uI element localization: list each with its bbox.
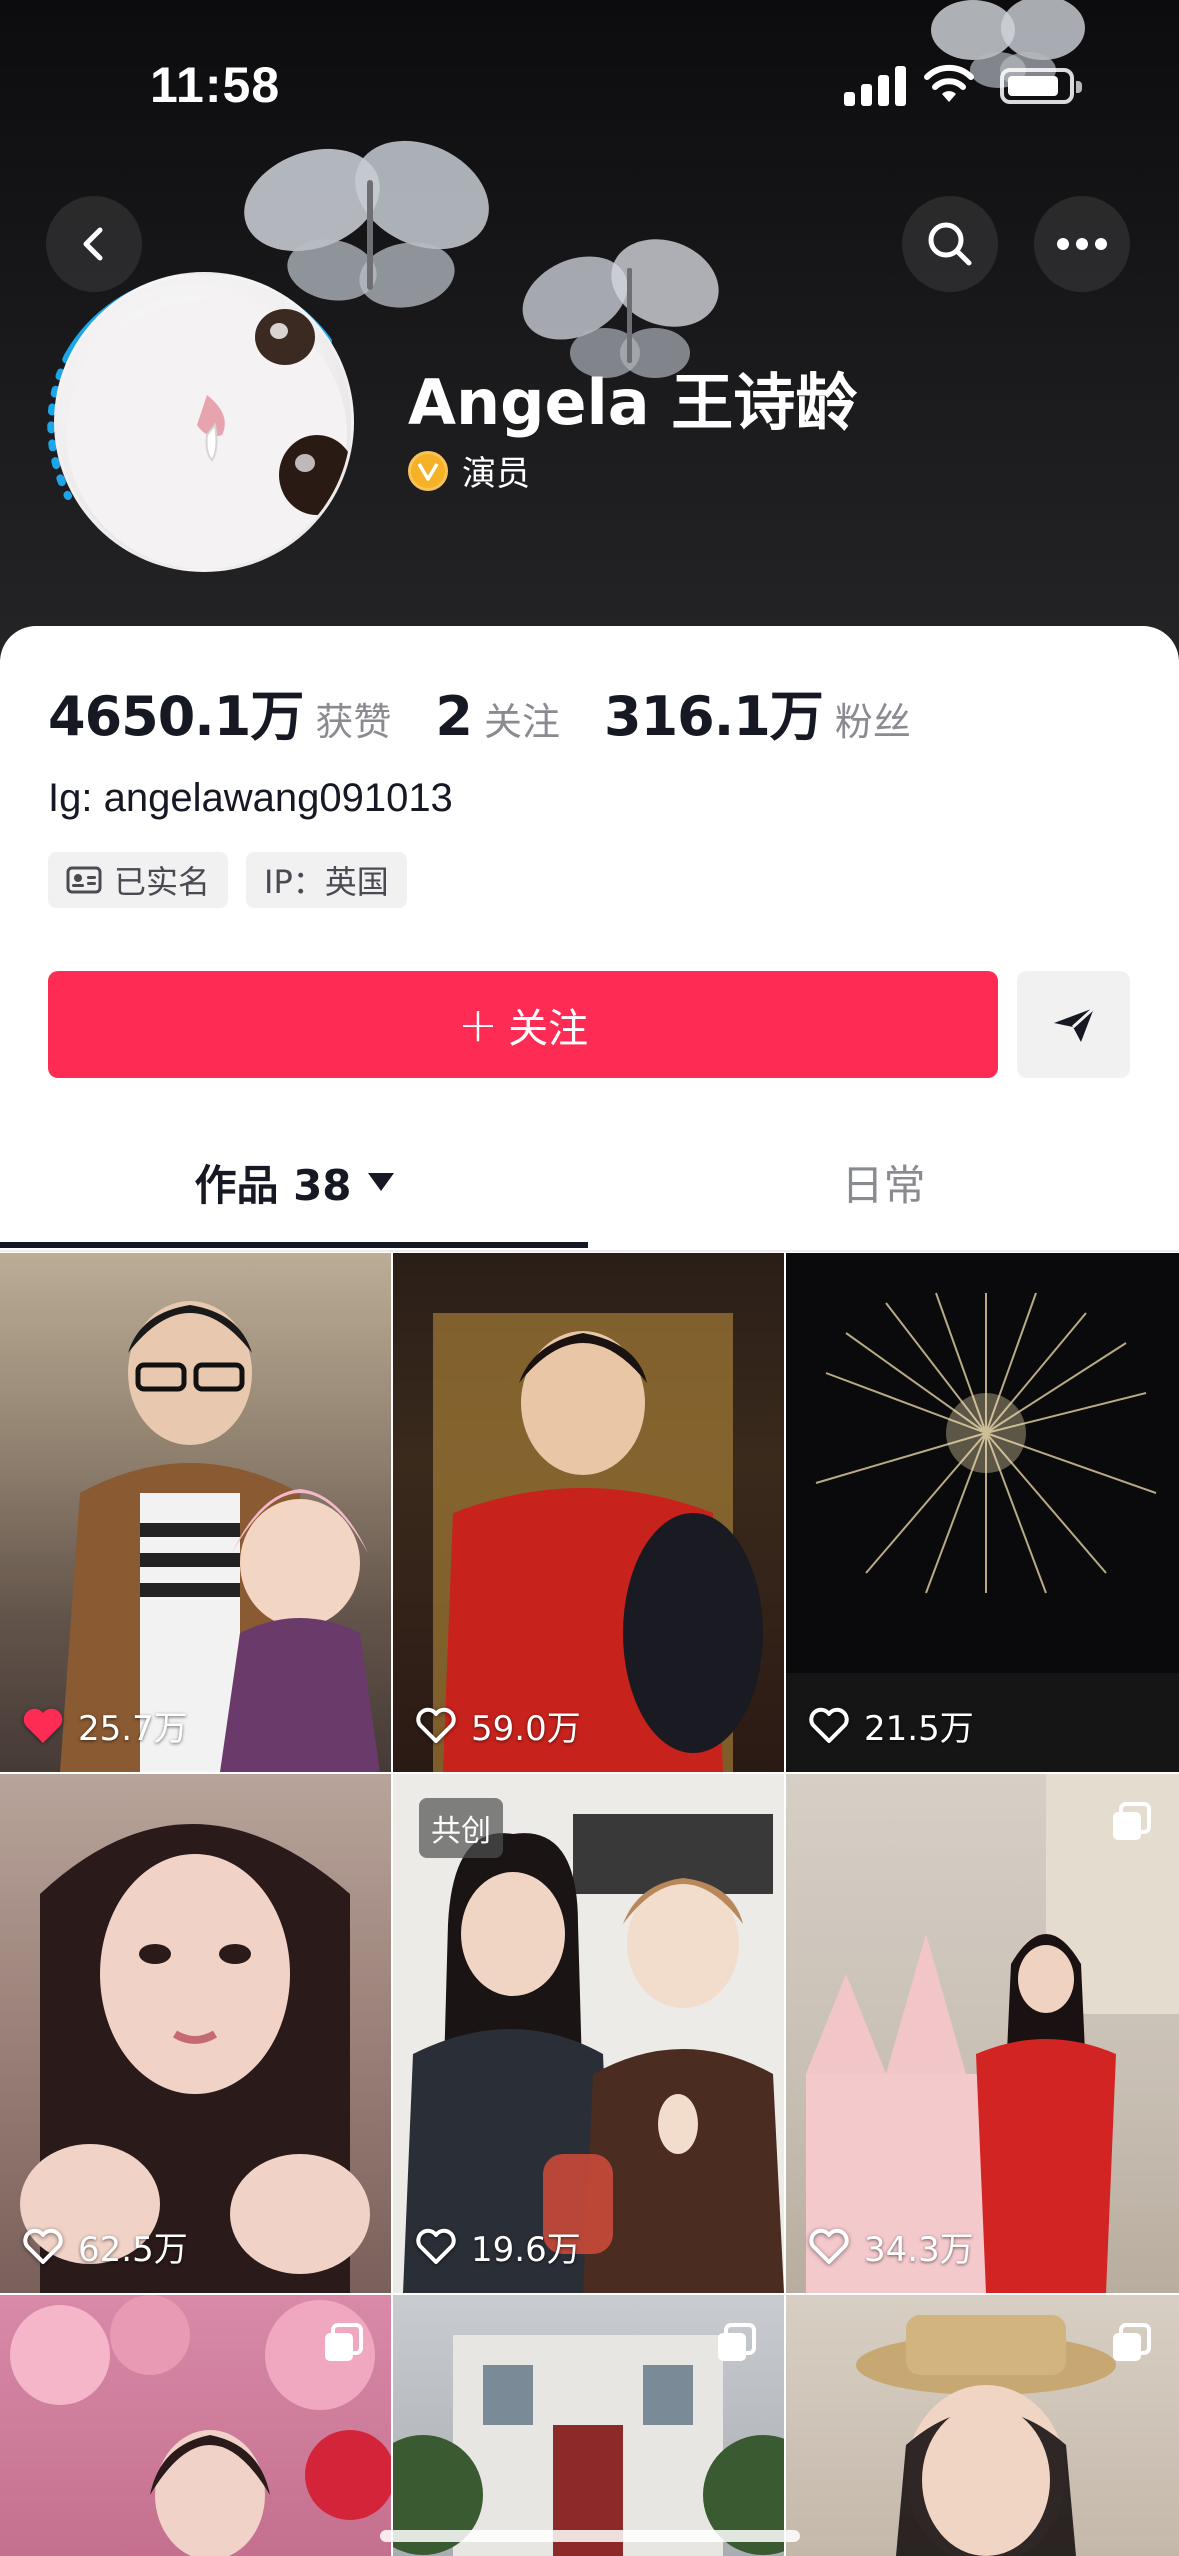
video-tile[interactable]: 34.3万 [786, 1774, 1179, 2293]
status-bar: 11:58 [0, 0, 1179, 150]
home-indicator[interactable] [380, 2530, 800, 2542]
profile-stats: 4650.1万 获赞 2 关注 316.1万 粉丝 [48, 672, 911, 751]
heart-icon [809, 2228, 849, 2264]
ip-tag-label: IP：英国 [264, 863, 389, 901]
verified-badge-icon [408, 450, 448, 491]
verified-tag-label: 已实名 [114, 863, 211, 901]
verification-label: 演员 [462, 454, 530, 494]
video-tile[interactable]: 62.5万 [0, 1774, 391, 2293]
battery-icon [1000, 68, 1082, 104]
tab-works[interactable]: 作品 38 [0, 1120, 588, 1244]
like-count-text: 62.5万 [78, 2230, 188, 2270]
video-thumbnail [786, 1292, 1179, 1772]
multi-image-icon [1113, 1802, 1151, 1840]
heart-icon [809, 1707, 849, 1743]
like-count-text: 59.0万 [471, 1709, 581, 1749]
multi-image-icon [718, 2323, 756, 2361]
tab-daily-label: 日常 [841, 1160, 926, 1210]
like-count: 21.5万 [808, 1701, 974, 1750]
video-thumbnail [433, 1313, 763, 1772]
ip-tag: IP：英国 [246, 852, 407, 908]
more-icon [1057, 238, 1107, 250]
profile-name: Angela 王诗龄 [408, 366, 858, 439]
avatar[interactable] [54, 272, 354, 572]
video-tile[interactable]: 共创 19.6万 [393, 1774, 784, 2293]
video-thumbnail [0, 1253, 391, 1772]
wifi-icon [924, 64, 974, 102]
like-count: 25.7万 [22, 1701, 188, 1750]
heart-icon [23, 2228, 63, 2264]
content-tabs: 作品 38 日常 [0, 1120, 1179, 1252]
multi-image-icon [325, 2323, 363, 2361]
divider [0, 1250, 1179, 1252]
verification-row: 演员 [408, 446, 530, 495]
collab-badge: 共创 [419, 1798, 503, 1858]
cellular-signal-icon [844, 66, 906, 106]
like-count: 62.5万 [22, 2222, 188, 2271]
heart-icon [416, 1707, 456, 1743]
video-tile[interactable]: 25.7万 [0, 1253, 391, 1772]
profile-bio: Ig: angelawang091013 [48, 776, 453, 820]
like-count: 34.3万 [808, 2222, 974, 2271]
likes-label: 获赞 [315, 700, 392, 744]
tab-works-label: 作品 38 [194, 1160, 352, 1210]
video-tile[interactable] [393, 2295, 784, 2556]
tab-indicator [0, 1242, 588, 1248]
heart-icon [416, 2228, 456, 2264]
like-count-text: 21.5万 [864, 1709, 974, 1749]
id-card-icon [66, 866, 102, 894]
status-time: 11:58 [150, 57, 281, 113]
video-thumbnail [806, 1774, 1179, 2293]
cat-avatar-image [67, 300, 351, 569]
follow-button-label: 关注 [508, 1005, 589, 1052]
following-label[interactable]: 关注 [484, 691, 560, 746]
profile-tags: 已实名 IP：英国 [48, 852, 425, 908]
more-button[interactable] [1034, 196, 1130, 292]
video-tile[interactable]: 59.0万 [393, 1253, 784, 1772]
share-button[interactable] [1017, 971, 1130, 1078]
search-icon [928, 222, 972, 266]
video-tile[interactable] [786, 2295, 1179, 2556]
like-count: 19.6万 [415, 2222, 581, 2271]
multi-image-icon [1113, 2323, 1151, 2361]
followers-count[interactable]: 316.1万 [604, 672, 824, 751]
profile-header: 11:58 Angela 王诗龄 演员 [0, 0, 1179, 660]
like-count-text: 34.3万 [864, 2230, 974, 2270]
like-count-text: 25.7万 [78, 1709, 188, 1749]
dropdown-arrow-icon [367, 1173, 394, 1191]
verified-tag: 已实名 [48, 852, 229, 908]
likes-count: 4650.1万 [48, 685, 304, 748]
like-count-text: 19.6万 [471, 2230, 581, 2270]
send-icon [1053, 1006, 1095, 1042]
following-count[interactable]: 2 [435, 685, 473, 748]
followers-label[interactable]: 粉丝 [835, 691, 911, 746]
video-tile[interactable] [0, 2295, 391, 2556]
tab-daily[interactable]: 日常 [588, 1120, 1179, 1244]
heart-filled-icon [23, 1708, 63, 1743]
video-tile[interactable]: 21.5万 [786, 1253, 1179, 1772]
video-thumbnail [20, 1824, 370, 2293]
search-button[interactable] [902, 196, 998, 292]
follow-button[interactable]: + 关注 [48, 971, 998, 1078]
like-count: 59.0万 [415, 1701, 581, 1750]
plus-icon: + [457, 996, 499, 1053]
